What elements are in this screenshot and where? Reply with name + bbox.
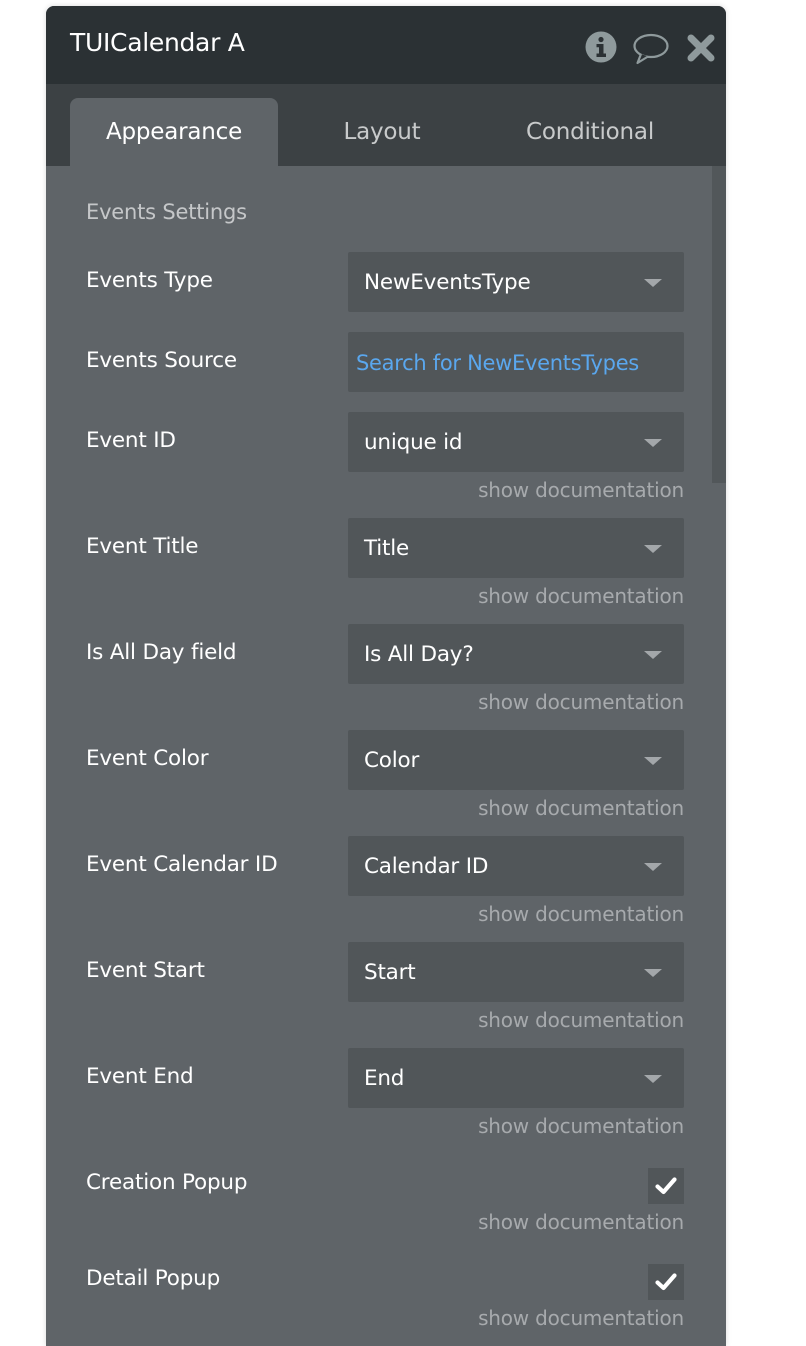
show-documentation-link[interactable]: show documentation xyxy=(478,902,684,926)
event-id-label: Event ID xyxy=(86,428,176,453)
show-documentation-link[interactable]: show documentation xyxy=(478,690,684,714)
show-documentation-link[interactable]: show documentation xyxy=(478,478,684,502)
event-calendar-id-dropdown[interactable]: Calendar ID xyxy=(348,836,684,896)
tab-bar: Appearance Layout Conditional xyxy=(46,84,726,166)
events-type-label: Events Type xyxy=(86,268,213,293)
chevron-down-icon xyxy=(644,969,662,977)
chevron-down-icon xyxy=(644,757,662,765)
creation-popup-checkbox[interactable] xyxy=(648,1168,684,1204)
event-title-dropdown[interactable]: Title xyxy=(348,518,684,578)
show-documentation-link[interactable]: show documentation xyxy=(478,796,684,820)
event-calendar-id-value: Calendar ID xyxy=(364,854,489,879)
event-calendar-id-label: Event Calendar ID xyxy=(86,852,278,877)
event-start-label: Event Start xyxy=(86,958,205,983)
panel-header: TUICalendar A xyxy=(46,6,726,84)
info-icon[interactable] xyxy=(584,30,618,64)
panel-body: Events Settings Events Type NewEventsTyp… xyxy=(46,166,726,1346)
chevron-down-icon xyxy=(644,651,662,659)
show-documentation-link[interactable]: show documentation xyxy=(478,1008,684,1032)
checkmark-icon xyxy=(655,1177,677,1195)
event-end-value: End xyxy=(364,1066,405,1091)
tab-conditional[interactable]: Conditional xyxy=(494,98,686,166)
detail-popup-label: Detail Popup xyxy=(86,1266,221,1291)
event-id-dropdown[interactable]: unique id xyxy=(348,412,684,472)
show-documentation-link[interactable]: show documentation xyxy=(478,1210,684,1234)
event-start-value: Start xyxy=(364,960,416,985)
show-documentation-link[interactable]: show documentation xyxy=(478,1114,684,1138)
chevron-down-icon xyxy=(644,279,662,287)
event-start-dropdown[interactable]: Start xyxy=(348,942,684,1002)
events-source-value[interactable]: Search for NewEventsTypes xyxy=(356,332,639,394)
creation-popup-label: Creation Popup xyxy=(86,1170,248,1195)
tab-layout[interactable]: Layout xyxy=(302,98,462,166)
is-all-day-label: Is All Day field xyxy=(86,640,237,665)
is-all-day-value: Is All Day? xyxy=(364,642,474,667)
event-color-value: Color xyxy=(364,748,420,773)
chevron-down-icon xyxy=(644,863,662,871)
event-end-label: Event End xyxy=(86,1064,194,1089)
events-source-input[interactable]: Search for NewEventsTypes xyxy=(348,332,684,392)
detail-popup-checkbox[interactable] xyxy=(648,1264,684,1300)
checkmark-icon xyxy=(655,1273,677,1291)
tab-appearance[interactable]: Appearance xyxy=(70,98,278,166)
events-type-value: NewEventsType xyxy=(364,270,531,295)
event-title-label: Event Title xyxy=(86,534,199,559)
is-all-day-dropdown[interactable]: Is All Day? xyxy=(348,624,684,684)
close-icon[interactable] xyxy=(686,30,716,64)
chevron-down-icon xyxy=(644,1075,662,1083)
event-color-dropdown[interactable]: Color xyxy=(348,730,684,790)
comment-icon[interactable] xyxy=(632,30,670,65)
show-documentation-link[interactable]: show documentation xyxy=(478,1306,684,1330)
chevron-down-icon xyxy=(644,545,662,553)
show-documentation-link[interactable]: show documentation xyxy=(478,584,684,608)
event-end-dropdown[interactable]: End xyxy=(348,1048,684,1108)
section-title: Events Settings xyxy=(86,200,247,224)
events-type-dropdown[interactable]: NewEventsType xyxy=(348,252,684,312)
events-source-label: Events Source xyxy=(86,348,237,373)
property-editor-panel: TUICalendar A Appearance Layout Conditio… xyxy=(46,6,726,1346)
event-id-value: unique id xyxy=(364,430,463,455)
panel-title: TUICalendar A xyxy=(70,28,245,57)
event-color-label: Event Color xyxy=(86,746,209,771)
event-title-value: Title xyxy=(364,536,410,561)
chevron-down-icon xyxy=(644,439,662,447)
scrollbar-thumb[interactable] xyxy=(712,166,726,483)
